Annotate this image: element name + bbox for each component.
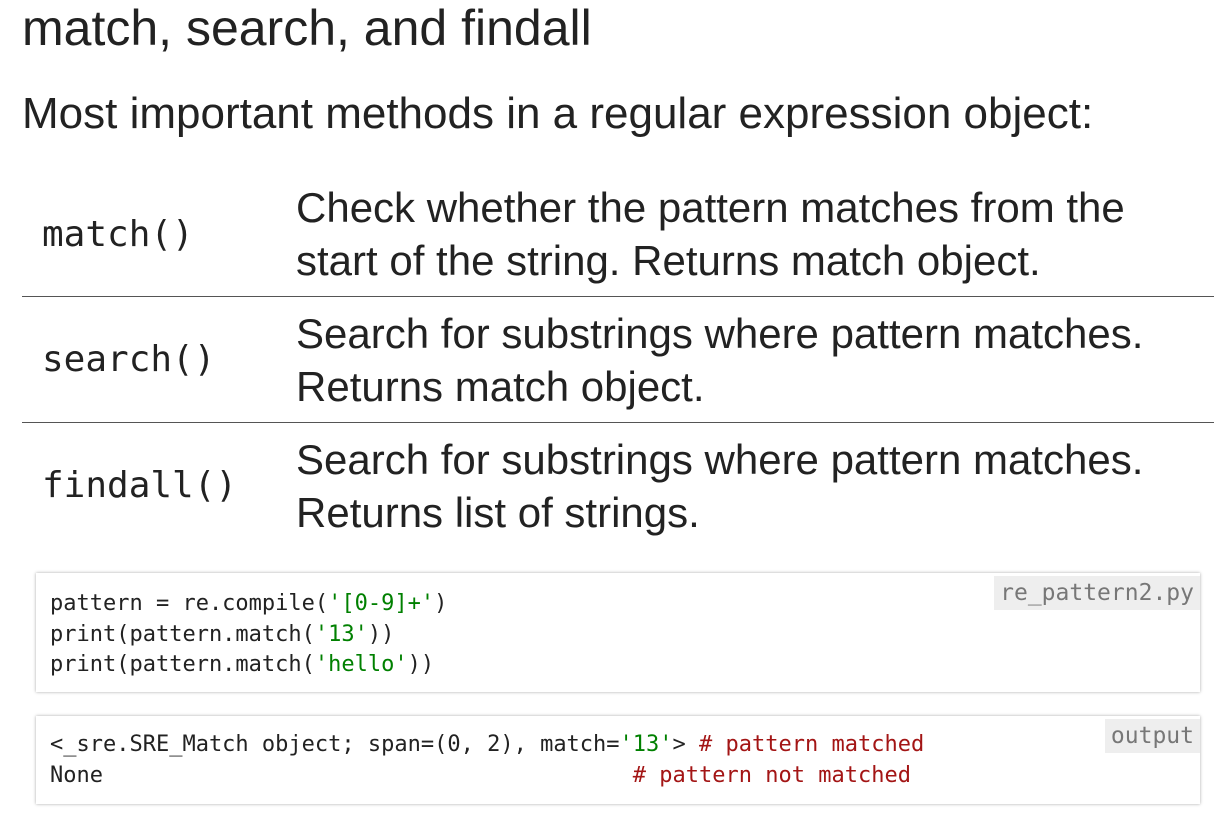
- code-line: pattern = re.compile('[0-9]+'): [50, 591, 447, 616]
- code-string: 'hello': [314, 652, 408, 677]
- method-description-line: Search for substrings where pattern matc…: [296, 435, 1144, 483]
- output-block: output <_sre.SRE_Match object; span=(0, …: [36, 716, 1200, 804]
- output-line: None # pattern not matched: [50, 763, 911, 788]
- code-string: '13': [314, 621, 368, 647]
- method-description: Search for substrings where pattern matc…: [296, 307, 1214, 413]
- method-description-line: Returns list of strings.: [296, 488, 700, 536]
- code-text: >: [672, 732, 700, 757]
- page-subtitle: Most important methods in a regular expr…: [22, 89, 1094, 138]
- code-text: <_sre.SRE_Match object; span=(0, 2), mat…: [50, 732, 620, 757]
- filename-label: re_pattern2.py: [994, 576, 1200, 610]
- output-text: <_sre.SRE_Match object; span=(0, 2), mat…: [50, 730, 924, 791]
- method-description-line: Returns match object.: [296, 362, 705, 410]
- method-row-match: match() Check whether the pattern matche…: [22, 172, 1214, 296]
- method-description: Check whether the pattern matches from t…: [296, 181, 1214, 287]
- method-description-line: start of the string. Returns match objec…: [296, 237, 1041, 284]
- code-text: )): [367, 621, 395, 647]
- code-text: print(pattern.match(: [50, 652, 315, 677]
- code-line: print(pattern.match('hello')): [50, 652, 434, 677]
- source-code: pattern = re.compile('[0-9]+') print(pat…: [50, 589, 447, 681]
- page-title: match, search, and findall: [22, 0, 592, 56]
- method-description-line: Check whether the pattern matches from t…: [296, 184, 1125, 231]
- method-name: search(): [42, 339, 216, 380]
- method-row-search: search() Search for substrings where pat…: [22, 296, 1214, 422]
- code-text: None: [50, 762, 633, 788]
- code-comment: # pattern not matched: [632, 762, 911, 788]
- code-text: pattern = re.compile(: [50, 591, 329, 616]
- code-text: )): [407, 652, 435, 677]
- method-description-line: Search for substrings where pattern matc…: [296, 309, 1144, 357]
- code-comment: # pattern matched: [699, 732, 925, 757]
- method-name: match(): [42, 213, 194, 255]
- code-string: '13': [619, 732, 673, 757]
- method-row-findall: findall() Search for substrings where pa…: [22, 422, 1214, 548]
- output-label: output: [1104, 719, 1200, 753]
- method-description: Search for substrings where pattern matc…: [296, 433, 1214, 539]
- code-string: '[0-9]+': [328, 591, 435, 616]
- code-text: ): [434, 591, 448, 616]
- code-line: print(pattern.match('13')): [50, 622, 394, 647]
- method-name: findall(): [42, 465, 238, 506]
- methods-table: match() Check whether the pattern matche…: [22, 172, 1214, 548]
- source-code-block: re_pattern2.py pattern = re.compile('[0-…: [36, 573, 1200, 692]
- code-text: print(pattern.match(: [50, 621, 315, 647]
- output-line: <_sre.SRE_Match object; span=(0, 2), mat…: [50, 732, 924, 757]
